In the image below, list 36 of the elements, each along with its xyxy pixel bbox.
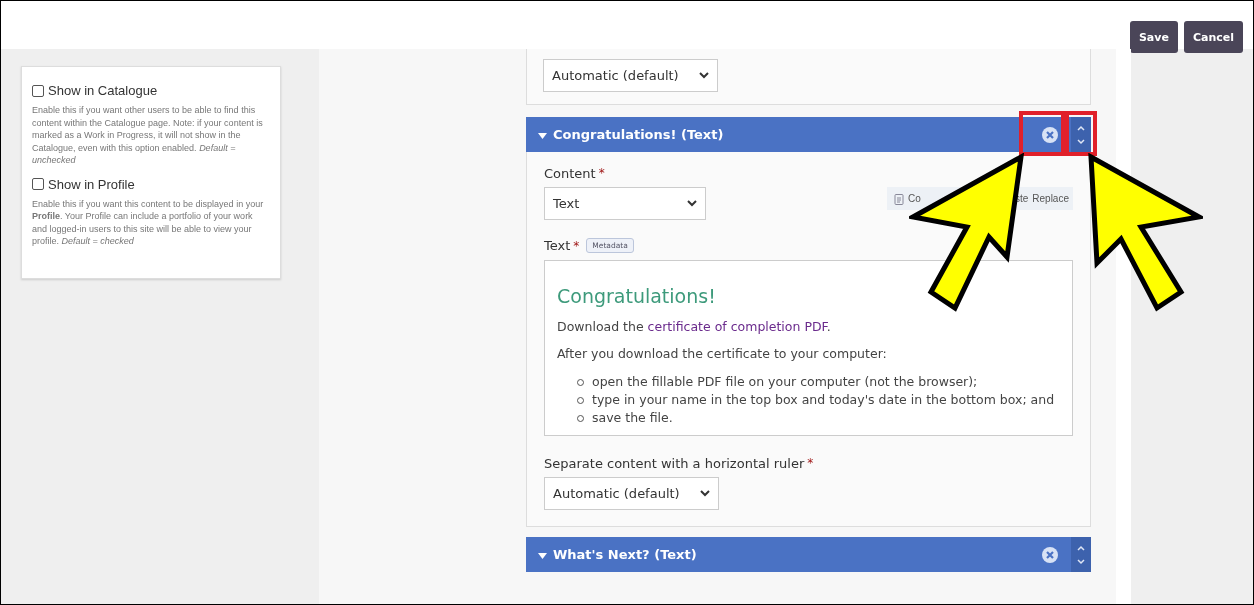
certificate-link[interactable]: certificate of completion PDF <box>647 319 827 334</box>
field-label: Separate content with a horizontal ruler <box>544 456 805 471</box>
chevron-down-icon <box>699 72 709 79</box>
section-title: Congratulations! (Text) <box>553 127 725 142</box>
editor-heading: Congratulations! <box>557 285 717 307</box>
section-header[interactable]: What's Next? (Text) <box>526 537 1091 572</box>
section-header[interactable]: Congratulations! (Text) <box>526 117 1091 152</box>
content-select[interactable]: Text <box>544 187 706 220</box>
pointer-arrow-icon <box>1087 153 1203 313</box>
required-mark: * <box>598 166 605 180</box>
required-mark: * <box>573 238 580 253</box>
field-label: Content <box>544 166 596 181</box>
help-text: Enable this if you want other users to be able to find this content within the Catalogue page. Note: if your content is marked as a Work in Progress, it will not show in the Catalogue, even with this option enabled. Default = unchecked <box>32 104 264 167</box>
close-icon[interactable] <box>1041 545 1059 564</box>
field-label: Text <box>544 238 571 253</box>
ruler-select[interactable]: Automatic (default) <box>543 59 718 92</box>
list-item: save the file. <box>592 409 673 427</box>
toolbar-button[interactable]: Save <box>1129 21 1178 53</box>
toolbar-button[interactable]: Cancel <box>1183 21 1243 53</box>
editor-paragraph: After you download the certificate to your computer: <box>557 346 888 361</box>
clipboard-icon <box>894 192 904 205</box>
list-item: open the fillable PDF file on your computer (not the browser); <box>592 373 978 391</box>
checkbox[interactable] <box>32 178 44 190</box>
chevron-down-icon <box>700 490 710 497</box>
close-icon[interactable] <box>1041 125 1059 144</box>
list-item: type in your name in the top box and today's date in the bottom box; and <box>592 391 1055 409</box>
ruler-select[interactable]: Automatic (default) <box>544 477 719 510</box>
chevron-down-icon <box>687 200 697 207</box>
editor-paragraph: Download the certificate of completion PDF. <box>557 319 832 334</box>
checkbox[interactable] <box>32 84 44 97</box>
option-label: Show in Catalogue <box>48 83 158 98</box>
section-title: What's Next? (Text) <box>553 547 698 562</box>
required-mark: * <box>807 456 814 470</box>
help-text: Enable this if you want this content to be displayed in your Profile. Your Profile can include a portfolio of your work and logged-in users to this site will be able to view your profile. Default = checked <box>32 197 265 248</box>
text-editor[interactable] <box>544 260 1073 436</box>
option-label: Show in Profile <box>48 176 135 192</box>
